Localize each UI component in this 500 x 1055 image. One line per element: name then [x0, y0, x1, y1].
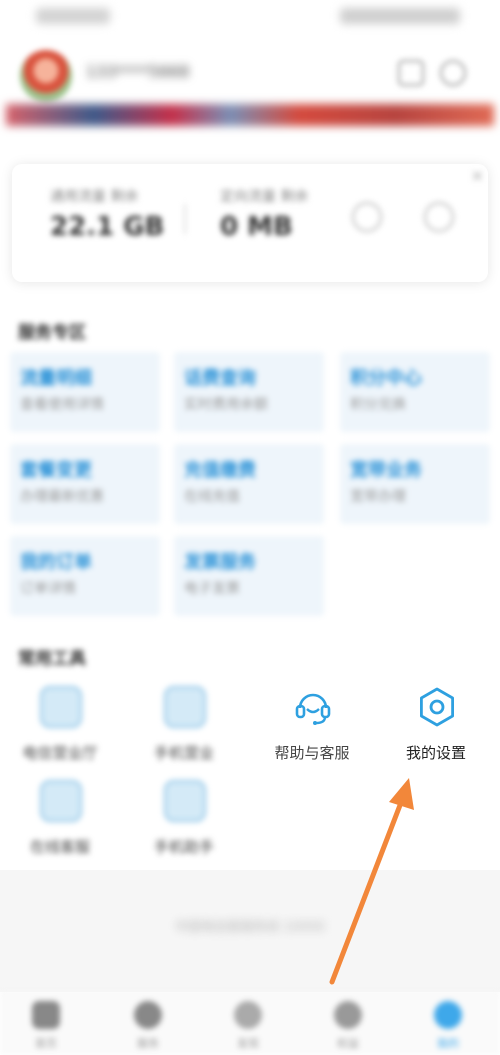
tool-item[interactable]: 在线客服	[0, 780, 120, 860]
directed-data-stat: 定向流量 剩余 0 MB	[220, 186, 308, 242]
detail-icon[interactable]	[424, 202, 454, 232]
tile-subtitle: 电子发票	[184, 581, 240, 597]
service-tile[interactable]: 话费查询 实时费用余额	[174, 352, 324, 432]
footer-band: 中国电信客服热线 10000	[0, 870, 500, 992]
tool-label: 电信营业厅	[22, 744, 98, 762]
service-tile[interactable]: 套餐变更 办理最新优惠	[10, 444, 160, 524]
settings-icon[interactable]	[440, 60, 466, 86]
phone-icon	[164, 686, 206, 728]
tile-subtitle: 积分兑换	[350, 397, 406, 413]
tab-label: 权益	[337, 1037, 359, 1050]
tile-subtitle: 宽带办理	[350, 489, 406, 505]
tile-subtitle: 订单详情	[20, 581, 76, 597]
service-tile[interactable]: 充值缴费 在线充值	[174, 444, 324, 524]
divider	[184, 204, 186, 234]
bottom-tab-bar: 首页 服务 发现 权益 我的	[0, 992, 500, 1055]
status-bar	[0, 0, 500, 40]
service-tile[interactable]: 积分中心 积分兑换	[340, 352, 490, 432]
headset-icon	[295, 693, 331, 725]
tile-title: 流量明细	[20, 368, 92, 389]
refresh-icon[interactable]	[352, 202, 382, 232]
tile-title: 宽带业务	[350, 460, 422, 481]
tab-mine[interactable]: 我的	[418, 997, 478, 1051]
promo-banner[interactable]	[6, 104, 494, 126]
gear-icon	[420, 687, 454, 727]
stat-value: 22.1 GB	[50, 212, 165, 242]
message-icon[interactable]	[398, 60, 424, 86]
tool-item[interactable]: 手机营业	[124, 686, 244, 766]
data-usage-card: 通用流量 剩余 22.1 GB 定向流量 剩余 0 MB ×	[12, 164, 488, 282]
tab-discover[interactable]: 发现	[218, 997, 278, 1051]
tool-label: 手机助手	[153, 838, 214, 856]
tool-label: 在线客服	[29, 838, 90, 856]
tile-title: 我的订单	[20, 552, 92, 573]
tab-label: 服务	[137, 1037, 159, 1050]
help-service-label: 帮助与客服	[274, 744, 350, 762]
tab-label: 发现	[237, 1037, 259, 1050]
battery-indicator	[340, 8, 460, 24]
tab-label: 我的	[437, 1037, 459, 1050]
bulb-icon	[234, 1001, 262, 1029]
tile-subtitle: 实时费用余额	[184, 397, 268, 413]
service-tile[interactable]: 宽带业务 宽带办理	[340, 444, 490, 524]
tab-home[interactable]: 首页	[16, 997, 76, 1051]
tool-item[interactable]: 手机助手	[124, 780, 244, 860]
tab-label: 首页	[35, 1037, 57, 1050]
stat-label: 通用流量 剩余	[50, 189, 139, 205]
close-icon[interactable]: ×	[471, 166, 484, 185]
my-settings-item[interactable]: 我的设置	[376, 686, 496, 766]
help-service-item[interactable]: 帮助与客服	[252, 686, 372, 766]
tile-title: 积分中心	[350, 368, 422, 389]
tile-title: 发票服务	[184, 552, 256, 573]
tile-subtitle: 办理最新优惠	[20, 489, 104, 505]
my-settings-label: 我的设置	[405, 744, 466, 762]
service-tile[interactable]: 流量明细 查看使用详情	[10, 352, 160, 432]
tool-item[interactable]: 电信营业厅	[0, 686, 120, 766]
home-icon	[32, 1001, 60, 1029]
stat-label: 定向流量 剩余	[220, 189, 309, 205]
tab-service[interactable]: 服务	[118, 997, 178, 1051]
account-name: 133****5668	[86, 62, 190, 81]
footer-note: 中国电信客服热线 10000	[175, 920, 325, 935]
tile-title: 充值缴费	[184, 460, 256, 481]
tile-title: 话费查询	[184, 368, 256, 389]
avatar[interactable]	[20, 50, 72, 102]
tile-title: 套餐变更	[20, 460, 92, 481]
account-header: 133****5668	[0, 44, 500, 104]
tool-label: 手机营业	[153, 744, 214, 762]
stat-value: 0 MB	[220, 212, 293, 242]
tools-section-title: 常用工具	[18, 649, 86, 669]
general-data-stat: 通用流量 剩余 22.1 GB	[50, 186, 164, 242]
tile-subtitle: 在线充值	[184, 489, 240, 505]
chat-icon	[40, 780, 82, 822]
service-tile[interactable]: 我的订单 订单详情	[10, 536, 160, 616]
user-icon	[434, 1001, 462, 1029]
assistant-icon	[164, 780, 206, 822]
services-section-title: 服务专区	[18, 323, 86, 343]
service-tile[interactable]: 发票服务 电子发票	[174, 536, 324, 616]
tab-benefits[interactable]: 权益	[318, 997, 378, 1051]
service-icon	[134, 1001, 162, 1029]
gift-icon	[334, 1001, 362, 1029]
tile-subtitle: 查看使用详情	[20, 397, 104, 413]
signal-indicator	[36, 8, 110, 24]
app-icon	[40, 686, 82, 728]
